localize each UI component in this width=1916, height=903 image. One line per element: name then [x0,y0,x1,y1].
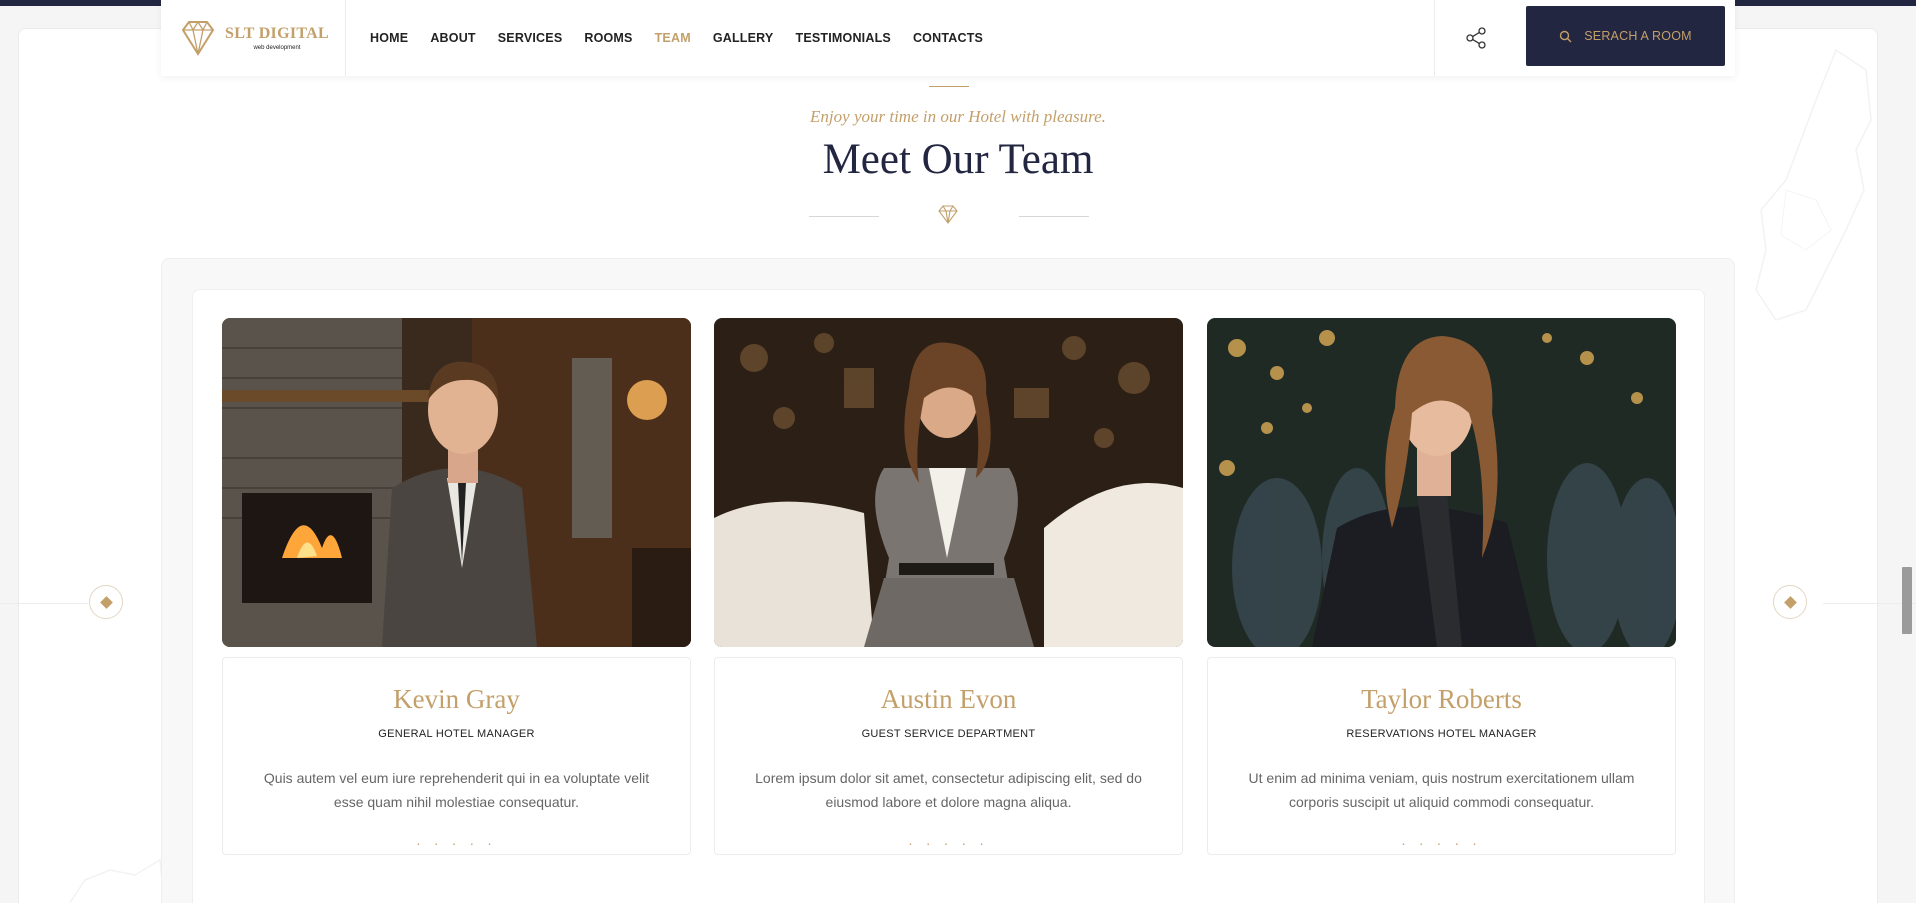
nav-team[interactable]: TEAM [655,31,691,45]
team-member-role: GUEST SERVICE DEPARTMENT [861,728,1036,740]
nav-contacts[interactable]: CONTACTS [913,31,983,45]
diamond-logo-icon [181,20,215,56]
carousel-prev-button[interactable] [89,585,123,619]
nav-about[interactable]: ABOUT [430,31,475,45]
search-icon [1560,30,1572,42]
nav-gallery[interactable]: GALLERY [713,31,774,45]
team-info: Austin Evon GUEST SERVICE DEPARTMENT Lor… [714,657,1183,855]
diamond-divider-icon [938,205,958,224]
team-card: Kevin Gray GENERAL HOTEL MANAGER Quis au… [222,318,691,855]
decorative-map-pattern [1755,48,1872,321]
team-member-name[interactable]: Kevin Gray [223,684,690,715]
diamond-arrow-icon [1783,595,1797,609]
team-info: Kevin Gray GENERAL HOTEL MANAGER Quis au… [222,657,691,855]
share-button[interactable] [1434,0,1516,76]
site-header: SLT DIGITAL web development HOME ABOUT S… [161,0,1735,76]
team-member-name[interactable]: Taylor Roberts [1208,684,1675,715]
team-photo-taylor [1207,318,1676,647]
team-social-dots[interactable]: . . . . . [223,832,690,848]
team-member-role: RESERVATIONS HOTEL MANAGER [1346,728,1537,740]
decorative-map-pattern-left [68,858,166,903]
section-subtitle: Enjoy your time in our Hotel with pleasu… [810,107,1106,126]
side-rule-left [0,603,88,604]
team-member-description: Ut enim ad minima veniam, quis nostrum e… [1248,770,1635,810]
search-room-button[interactable]: SERACH A ROOM [1526,6,1725,66]
nav-services[interactable]: SERVICES [498,31,563,45]
section-title: Meet Our Team [822,136,1094,183]
search-room-label: SERACH A ROOM [1584,29,1692,43]
main-nav: HOME ABOUT SERVICES ROOMS TEAM GALLERY T… [346,0,1434,76]
logo-title: SLT DIGITAL [225,25,329,42]
nav-testimonials[interactable]: TESTIMONIALS [795,31,890,45]
diamond-arrow-icon [99,595,113,609]
team-info: Taylor Roberts RESERVATIONS HOTEL MANAGE… [1207,657,1676,855]
team-social-dots[interactable]: . . . . . [1208,832,1675,848]
logo[interactable]: SLT DIGITAL web development [161,0,346,76]
team-photo-kevin [222,318,691,647]
team-member-name[interactable]: Austin Evon [715,684,1182,715]
divider-line-left [809,216,879,217]
carousel-next-button[interactable] [1773,585,1807,619]
scrollbar-thumb[interactable] [1902,567,1912,634]
divider-line-right [1019,216,1089,217]
team-member-role: GENERAL HOTEL MANAGER [378,728,535,740]
team-photo-austin [714,318,1183,647]
team-card: Taylor Roberts RESERVATIONS HOTEL MANAGE… [1207,318,1676,855]
team-card: Austin Evon GUEST SERVICE DEPARTMENT Lor… [714,318,1183,855]
nav-home[interactable]: HOME [370,31,408,45]
team-social-dots[interactable]: . . . . . [715,832,1182,848]
team-member-description: Lorem ipsum dolor sit amet, consectetur … [755,770,1142,810]
heading-accent-rule [929,86,969,87]
logo-subtitle: web development [253,45,301,51]
team-member-description: Quis autem vel eum iure reprehenderit qu… [263,770,650,810]
share-icon [1465,27,1486,49]
nav-rooms[interactable]: ROOMS [584,31,632,45]
